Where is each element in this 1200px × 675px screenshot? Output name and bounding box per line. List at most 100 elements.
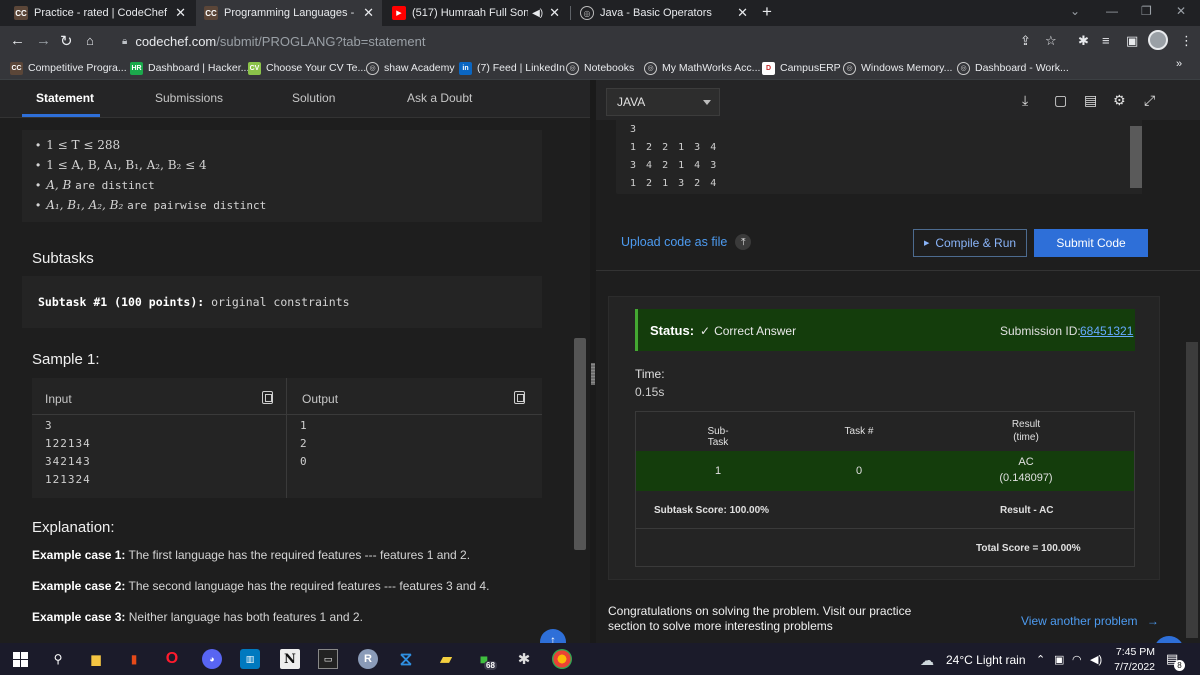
reload-icon[interactable]: ↻ xyxy=(60,32,73,50)
browser-tab-programming-languages[interactable]: CC Programming Languages - Subm ✕ xyxy=(196,0,382,26)
tab-submissions[interactable]: Submissions xyxy=(155,91,223,105)
submit-code-button[interactable]: Submit Code xyxy=(1034,229,1148,257)
language-select[interactable]: JAVA xyxy=(606,88,720,116)
bookmark-item[interactable]: CC Competitive Progra... xyxy=(10,60,127,76)
upload-code-link[interactable]: Upload code as file ⤒ xyxy=(621,234,752,250)
save-icon[interactable]: ▤ xyxy=(1084,92,1097,109)
r-icon[interactable]: R xyxy=(358,649,378,669)
compile-run-button[interactable]: ▶ Compile & Run xyxy=(913,229,1027,257)
notifications-icon[interactable]: ▤ 8 xyxy=(1166,651,1185,671)
windows-taskbar: ⚲ ▆ ▮ O ◕ ▥ N ▭ R ⧖ ▰ ■ 68 ✱ ☁ 24°C Ligh… xyxy=(0,643,1200,675)
side-panel-icon[interactable]: ▣ xyxy=(1126,33,1138,49)
terminal-icon[interactable]: ▭ xyxy=(318,649,338,669)
browser-tab-practice[interactable]: CC Practice - rated | CodeChef ✕ xyxy=(6,0,194,26)
trello-icon[interactable]: ▥ xyxy=(240,649,260,669)
windows-start-icon[interactable] xyxy=(10,649,30,669)
constraint-math: A, B xyxy=(46,178,72,192)
right-scrollbar[interactable] xyxy=(1186,342,1198,638)
bookmark-item[interactable]: in (7) Feed | LinkedIn xyxy=(459,60,565,76)
discord-icon[interactable]: ◕ xyxy=(202,649,222,669)
bookmark-item[interactable]: HR Dashboard | Hacker... xyxy=(130,60,249,76)
clock-time[interactable]: 7:45 PM xyxy=(1115,646,1155,658)
bookmark-star-icon[interactable]: ☆ xyxy=(1045,33,1057,49)
back-icon[interactable]: ← xyxy=(10,32,25,49)
settings-app-icon[interactable]: ✱ xyxy=(514,649,534,669)
browser-tab-java[interactable]: ◎ Java - Basic Operators ✕ xyxy=(572,0,756,26)
input-scrollbar[interactable] xyxy=(1130,126,1142,188)
extensions-icon[interactable]: ✱ xyxy=(1078,33,1089,49)
chrome-icon[interactable] xyxy=(552,649,572,669)
bookmark-item[interactable]: ◎ shaw Academy xyxy=(366,60,455,76)
office-icon[interactable]: ▮ xyxy=(124,649,144,669)
bookmark-item[interactable]: ◎ My MathWorks Acc... xyxy=(644,60,760,76)
restore-icon[interactable]: ❐ xyxy=(1141,4,1152,18)
close-tab-icon[interactable]: ✕ xyxy=(549,5,560,21)
weather-text[interactable]: 24°C Light rain xyxy=(946,653,1026,667)
clock-date[interactable]: 7/7/2022 xyxy=(1110,661,1155,673)
tray-chevron-icon[interactable]: ⌃ xyxy=(1036,653,1045,666)
copy-input-icon[interactable] xyxy=(262,391,273,404)
header-result: Result xyxy=(1011,419,1041,430)
comment-icon[interactable]: ▢ xyxy=(1054,92,1067,109)
wifi-icon[interactable]: ◠ xyxy=(1072,653,1082,666)
chat-button[interactable] xyxy=(1154,636,1184,643)
splitter-grip-icon[interactable] xyxy=(591,363,595,385)
bookmarks-bar: CC Competitive Progra... HR Dashboard | … xyxy=(0,56,1200,80)
bookmark-label: Dashboard - Work... xyxy=(975,62,1069,74)
minimize-icon[interactable]: — xyxy=(1106,4,1118,18)
search-icon[interactable]: ⚲ xyxy=(48,649,68,669)
volume-icon[interactable]: ◀) xyxy=(1090,653,1102,666)
left-scrollbar[interactable] xyxy=(574,338,586,550)
forward-icon[interactable]: → xyxy=(36,32,51,49)
speaker-icon[interactable]: ◀) xyxy=(532,8,543,19)
app-icon[interactable]: ■ 68 xyxy=(474,649,497,670)
tab-statement[interactable]: Statement xyxy=(36,91,94,105)
row-result: AC xyxy=(1018,456,1034,468)
tray-app-icon[interactable]: ▣ xyxy=(1054,653,1064,666)
weather-cloud-icon[interactable]: ☁ xyxy=(920,652,934,669)
input-line: 1 2 2 1 3 4 xyxy=(630,142,719,153)
copy-output-icon[interactable] xyxy=(514,391,525,404)
sample-input-line: 121324 xyxy=(45,473,91,486)
submission-id-link[interactable]: 68451321 xyxy=(1080,324,1133,338)
scroll-to-top-button[interactable]: ↑ xyxy=(540,629,566,643)
share-icon[interactable]: ⇪ xyxy=(1020,33,1031,49)
tab-solution[interactable]: Solution xyxy=(292,91,335,105)
bookmark-item[interactable]: ◎ Notebooks xyxy=(566,60,634,76)
notion-icon[interactable]: N xyxy=(280,649,300,669)
bookmark-label: Competitive Progra... xyxy=(28,62,127,74)
close-tab-icon[interactable]: ✕ xyxy=(737,5,748,21)
bookmark-label: (7) Feed | LinkedIn xyxy=(477,62,565,74)
bookmark-item[interactable]: CV Choose Your CV Te... xyxy=(248,60,366,76)
view-another-problem-link[interactable]: View another problem → xyxy=(1021,614,1159,628)
close-window-icon[interactable]: ✕ xyxy=(1176,4,1186,18)
menu-icon[interactable]: ⋮ xyxy=(1180,33,1193,49)
address-bar[interactable]: 🔒︎ codechef.com/submit/PROGLANG?tab=stat… xyxy=(110,29,1070,53)
congrats-line: section to solve more interesting proble… xyxy=(608,619,833,633)
bookmark-item[interactable]: ◎ Windows Memory... xyxy=(843,60,952,76)
download-icon[interactable]: ⤓ xyxy=(1022,92,1028,109)
settings-gear-icon[interactable]: ⚙ xyxy=(1113,92,1126,109)
tab-search-icon[interactable]: ⌄ xyxy=(1070,4,1080,18)
view-another-label: View another problem xyxy=(1021,614,1138,628)
file-explorer-icon[interactable]: ▆ xyxy=(86,649,106,669)
bookmark-item[interactable]: D CampusERP xyxy=(762,60,841,76)
constraint-math: 1 ≤ A, B, A₁, B₁, A₂, B₂ ≤ 4 xyxy=(46,158,207,172)
profile-avatar[interactable] xyxy=(1148,30,1168,50)
new-tab-button[interactable]: + xyxy=(762,2,772,22)
badge-count: 68 xyxy=(484,661,497,670)
tab-ask-a-doubt[interactable]: Ask a Doubt xyxy=(407,91,472,105)
custom-input-box[interactable]: 3 1 2 2 1 3 4 3 4 2 1 4 3 1 2 1 3 2 4 xyxy=(616,120,1142,194)
reading-list-icon[interactable]: ≡ xyxy=(1102,33,1110,48)
vscode-icon[interactable]: ⧖ xyxy=(396,649,416,669)
more-bookmarks-button[interactable]: » xyxy=(1176,58,1182,70)
close-tab-icon[interactable]: ✕ xyxy=(175,5,186,21)
fullscreen-icon[interactable]: ⤢ xyxy=(1144,92,1155,109)
sticky-notes-icon[interactable]: ▰ xyxy=(436,649,456,669)
close-tab-icon[interactable]: ✕ xyxy=(363,5,374,21)
home-icon[interactable]: ⌂ xyxy=(86,33,94,48)
bookmark-item[interactable]: ◎ Dashboard - Work... xyxy=(957,60,1069,76)
opera-icon[interactable]: O xyxy=(162,649,182,669)
browser-tab-youtube[interactable]: ▶ (517) Humraah Full Song | M ◀) ✕ xyxy=(384,0,568,26)
explanation-item: Example case 1: The first language has t… xyxy=(32,548,470,562)
